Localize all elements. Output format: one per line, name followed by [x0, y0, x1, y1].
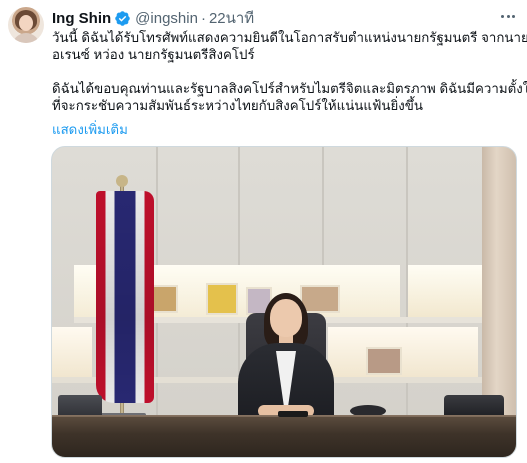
- framed-picture: [366, 347, 402, 375]
- author-handle[interactable]: @ingshin: [135, 10, 198, 27]
- desk: [52, 417, 516, 457]
- thai-flag: [96, 191, 154, 403]
- show-more-link[interactable]: แสดงเพิ่มเติม: [52, 119, 128, 140]
- more-dot: [506, 14, 510, 18]
- author-avatar[interactable]: [8, 7, 44, 43]
- tweet-text-line: ที่จะกระชับความสัมพันธ์ระหว่างไทยกับสิงค…: [52, 98, 423, 113]
- desk-nameplate: [278, 411, 308, 417]
- framed-picture: [206, 283, 238, 315]
- more-dot: [512, 14, 516, 18]
- verified-badge-icon: [115, 10, 130, 26]
- tweet-timestamp[interactable]: 22นาที: [209, 6, 254, 30]
- desk-phone: [444, 395, 504, 417]
- flag-shade: [96, 191, 154, 403]
- avatar-face: [19, 15, 33, 31]
- tweet-photo[interactable]: [51, 146, 517, 458]
- tweet-text-line: วันนี้ ดิฉันได้รับโทรศัพท์แสดงความยินดีใ…: [52, 30, 527, 45]
- flag-finial: [116, 175, 128, 187]
- author-display-name[interactable]: Ing Shin: [52, 10, 111, 27]
- more-options-button[interactable]: [497, 6, 519, 26]
- lit-shelf: [408, 265, 482, 317]
- lit-cabinet: [328, 327, 478, 377]
- tweet-text: วันนี้ ดิฉันได้รับโทรศัพท์แสดงความยินดีใ…: [52, 29, 527, 114]
- separator-dot: ·: [200, 9, 206, 27]
- tweet-text-line: อเรนซ์ หว่อง นายกรัฐมนตรีสิงคโปร์: [52, 47, 255, 62]
- tweet-text-line: ดิฉันได้ขอบคุณท่านและรัฐบาลสิงคโปร์สำหรั…: [52, 81, 527, 96]
- lit-cabinet: [52, 327, 92, 377]
- avatar-shoulders: [12, 33, 40, 43]
- person-face: [270, 299, 302, 337]
- more-horizontal-icon: [500, 14, 504, 18]
- tweet[interactable]: Ing Shin @ingshin · 22นาที วันนี้ ดิฉันไ…: [0, 0, 527, 463]
- tweet-header: Ing Shin @ingshin · 22นาที: [52, 6, 254, 30]
